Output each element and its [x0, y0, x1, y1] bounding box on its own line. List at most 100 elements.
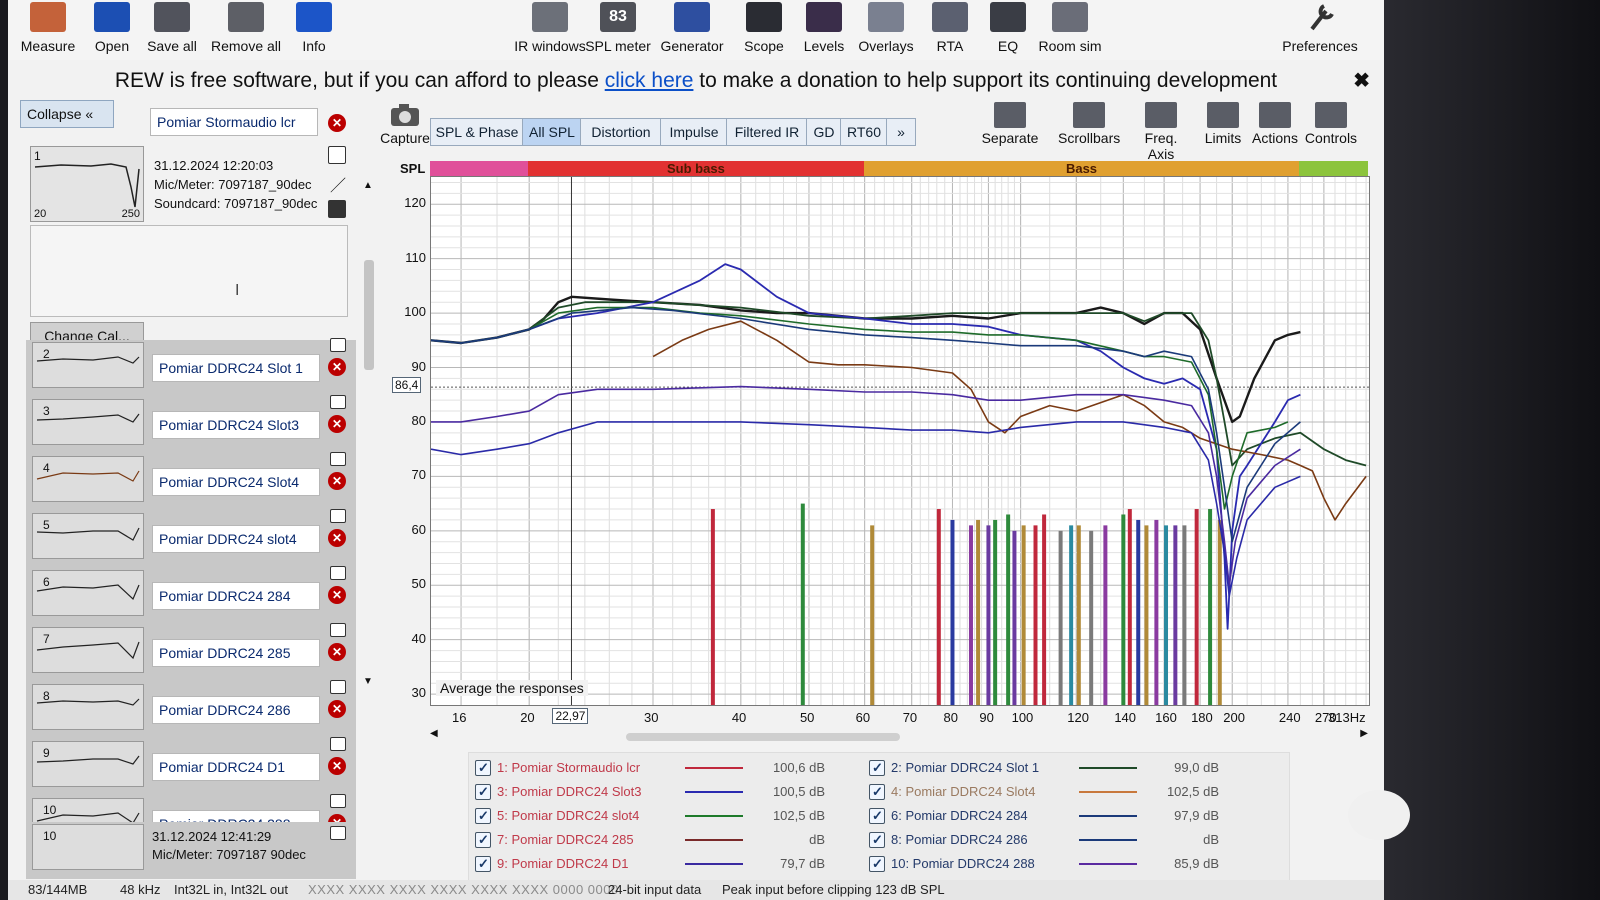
controls-button[interactable]: Controls: [1300, 100, 1362, 146]
measurement-notes[interactable]: I: [30, 225, 348, 317]
list-item-name[interactable]: Pomiar DDRC24 Slot3: [152, 411, 320, 439]
measurement-thumbnail[interactable]: 1 20 250: [30, 146, 144, 222]
list-item-name[interactable]: Pomiar DDRC24 284: [152, 582, 320, 610]
measurement-list-scrollbar[interactable]: ▲ ▼: [363, 100, 375, 700]
donation-link[interactable]: click here: [605, 69, 694, 92]
y-tick-label: 70: [411, 467, 426, 483]
tab-distortion[interactable]: Distortion: [580, 118, 662, 146]
room-sim-button[interactable]: Room sim: [1028, 0, 1112, 58]
legend-item[interactable]: 9: Pomiar DDRC24 D1 79,7 dB: [475, 853, 865, 875]
legend-item[interactable]: 4: Pomiar DDRC24 Slot4 102,5 dB: [869, 781, 1259, 803]
legend-item[interactable]: 5: Pomiar DDRC24 slot4 102,5 dB: [475, 805, 865, 827]
tab-rt60[interactable]: RT60: [840, 118, 888, 146]
save-measurement-icon[interactable]: [330, 338, 346, 352]
save-measurement-icon[interactable]: [330, 737, 346, 751]
preferences-button[interactable]: Preferences: [1270, 0, 1370, 58]
legend-swatch: [1079, 863, 1137, 865]
graph-horizontal-scrollbar[interactable]: ◀ ▶: [430, 728, 1368, 744]
remove-measurement-icon[interactable]: ✕: [328, 586, 346, 604]
list-item[interactable]: 8 Pomiar DDRC24 286 ✕: [26, 680, 356, 739]
remove-measurement-icon[interactable]: ✕: [328, 358, 346, 376]
legend-checkbox[interactable]: [475, 829, 491, 851]
remove-measurement-icon[interactable]: ✕: [328, 700, 346, 718]
legend-item[interactable]: 8: Pomiar DDRC24 286 dB: [869, 829, 1259, 851]
y-tick-label: 120: [404, 195, 426, 211]
legend-checkbox[interactable]: [475, 757, 491, 779]
banner-close-icon[interactable]: ✖: [1353, 62, 1370, 100]
info-button[interactable]: Info: [274, 0, 354, 58]
hscroll-thumb[interactable]: [626, 733, 900, 741]
list-item[interactable]: 2 Pomiar DDRC24 Slot 1 ✕: [26, 338, 356, 397]
save-measurement-icon[interactable]: [330, 395, 346, 409]
list-item-last[interactable]: 10 31.12.2024 12:41:29 Mic/Meter: 709718…: [26, 822, 356, 879]
save-measurement-icon[interactable]: [330, 452, 346, 466]
scroll-down-icon[interactable]: ▼: [363, 676, 375, 687]
scroll-left-icon[interactable]: ◀: [430, 728, 438, 739]
notes-icon[interactable]: [328, 200, 346, 218]
list-item[interactable]: 6 Pomiar DDRC24 284 ✕: [26, 566, 356, 625]
legend-checkbox[interactable]: [869, 829, 885, 851]
list-item[interactable]: 9 Pomiar DDRC24 D1 ✕: [26, 737, 356, 796]
legend-checkbox[interactable]: [869, 805, 885, 827]
remove-measurement-icon[interactable]: ✕: [328, 643, 346, 661]
save-measurement-icon[interactable]: [330, 680, 346, 694]
floating-action-button[interactable]: [1348, 790, 1410, 840]
save-measurement-icon[interactable]: [330, 566, 346, 580]
legend-checkbox[interactable]: [475, 781, 491, 803]
spl-meter-button[interactable]: 83 SPL meter: [582, 0, 654, 58]
remove-measurement-icon[interactable]: ✕: [328, 529, 346, 547]
scrollbar-thumb[interactable]: [364, 260, 374, 370]
save-measurement-icon[interactable]: [330, 623, 346, 637]
remove-measurement-icon[interactable]: ✕: [328, 757, 346, 775]
save-all-button[interactable]: Save all: [132, 0, 212, 58]
list-item[interactable]: 5 Pomiar DDRC24 slot4 ✕: [26, 509, 356, 568]
collapse-button[interactable]: Collapse «: [20, 100, 114, 128]
remove-measurement-icon[interactable]: ✕: [328, 415, 346, 433]
remove-measurement-icon[interactable]: ✕: [328, 114, 346, 132]
spl-graph[interactable]: [430, 176, 1370, 706]
tab-spl-phase[interactable]: SPL & Phase: [430, 118, 524, 146]
legend-item[interactable]: 3: Pomiar DDRC24 Slot3 100,5 dB: [475, 781, 865, 803]
ir-windows-button[interactable]: IR windows: [508, 0, 592, 58]
list-item-name[interactable]: Pomiar DDRC24 Slot 1: [152, 354, 320, 382]
list-item[interactable]: 3 Pomiar DDRC24 Slot3 ✕: [26, 395, 356, 454]
save-measurement-icon[interactable]: [330, 794, 346, 808]
scroll-up-icon[interactable]: ▲: [363, 180, 375, 191]
edit-pencil-icon[interactable]: ／: [330, 172, 346, 196]
actions-button[interactable]: Actions: [1244, 100, 1306, 146]
scroll-right-icon[interactable]: ▶: [1360, 728, 1368, 739]
capture-button[interactable]: Capture: [378, 100, 432, 146]
tab-filtered-ir[interactable]: Filtered IR: [726, 118, 808, 146]
scrollbars-button[interactable]: Scrollbars: [1058, 100, 1120, 146]
legend-checkbox[interactable]: [475, 805, 491, 827]
list-item-name[interactable]: Pomiar DDRC24 286: [152, 696, 320, 724]
legend-item[interactable]: 2: Pomiar DDRC24 Slot 1 99,0 dB: [869, 757, 1259, 779]
remove-measurement-icon[interactable]: ✕: [328, 472, 346, 490]
legend-item[interactable]: 7: Pomiar DDRC24 285 dB: [475, 829, 865, 851]
legend-checkbox[interactable]: [475, 853, 491, 875]
list-item-name[interactable]: Pomiar DDRC24 285: [152, 639, 320, 667]
legend-item[interactable]: 6: Pomiar DDRC24 284 97,9 dB: [869, 805, 1259, 827]
tab-all-spl[interactable]: All SPL: [522, 118, 582, 146]
list-item-name[interactable]: Pomiar DDRC24 D1: [152, 753, 320, 781]
tab-impulse[interactable]: Impulse: [660, 118, 728, 146]
list-item-name[interactable]: Pomiar DDRC24 Slot4: [152, 468, 320, 496]
legend-item[interactable]: 10: Pomiar DDRC24 288 85,9 dB: [869, 853, 1259, 875]
legend-checkbox[interactable]: [869, 781, 885, 803]
generator-button[interactable]: Generator: [656, 0, 728, 58]
separate-button[interactable]: Separate: [972, 100, 1048, 146]
list-item[interactable]: 4 Pomiar DDRC24 Slot4 ✕: [26, 452, 356, 511]
save-measurement-icon[interactable]: [328, 146, 346, 164]
legend-item[interactable]: 1: Pomiar Stormaudio lcr 100,6 dB: [475, 757, 865, 779]
list-item-name[interactable]: Pomiar DDRC24 slot4: [152, 525, 320, 553]
legend-checkbox[interactable]: [869, 757, 885, 779]
selected-measurement-name[interactable]: Pomiar Stormaudio lcr: [150, 108, 318, 136]
tab-[interactable]: »: [886, 118, 916, 146]
tab-gd[interactable]: GD: [806, 118, 842, 146]
overlays-button[interactable]: Overlays: [850, 0, 922, 58]
legend-checkbox[interactable]: [869, 853, 885, 875]
save-measurement-icon[interactable]: [330, 826, 346, 840]
list-item[interactable]: 7 Pomiar DDRC24 285 ✕: [26, 623, 356, 682]
freq-axis-button[interactable]: Freq. Axis: [1130, 100, 1192, 162]
save-measurement-icon[interactable]: [330, 509, 346, 523]
